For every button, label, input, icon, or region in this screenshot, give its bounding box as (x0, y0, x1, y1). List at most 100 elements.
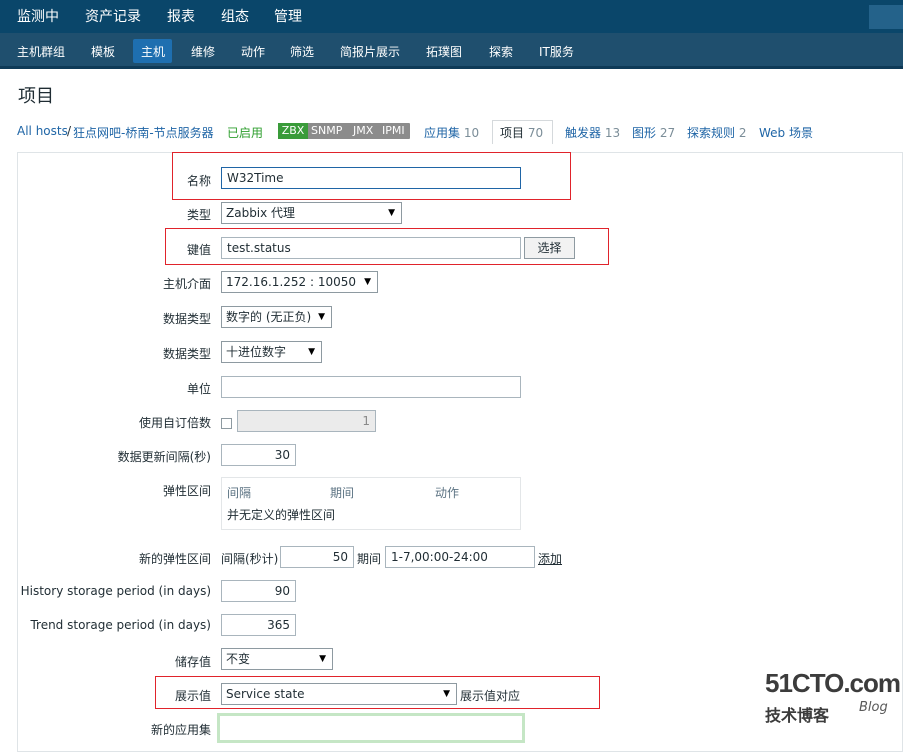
tab-discovery-label: 探索规则 (687, 126, 736, 140)
tab-items-label: 项目 (500, 126, 525, 140)
select-key-button[interactable]: 选择 (524, 237, 575, 259)
search-box[interactable] (869, 5, 903, 29)
availability-tags: ZBX SNMP JMX IPMI (278, 123, 410, 139)
units-label: 单位 (186, 382, 211, 396)
chevron-down-icon: ▼ (364, 277, 371, 287)
watermark-sub: 技术博客 (765, 706, 830, 725)
tag-zbx: ZBX (278, 123, 308, 139)
top-nav-inventory[interactable]: 资产记录 (85, 6, 141, 26)
watermark-blog: Blog (859, 700, 888, 715)
show-value-select-value: Service state (226, 687, 305, 701)
breadcrumb: All hosts / 狂点网吧-桥南-节点服务器 已启用 ZBX SNMP J… (0, 120, 903, 144)
history-label: History storage period (in days) (20, 584, 211, 598)
key-input[interactable]: test.status (221, 237, 521, 259)
store-value-select-value: 不变 (226, 652, 251, 666)
sub-nav-maintenance[interactable]: 维修 (191, 43, 215, 60)
tab-applications[interactable]: 应用集 10 (424, 124, 479, 141)
tab-web-scenarios[interactable]: Web 场景 (759, 124, 813, 141)
data-format-select[interactable]: 十进位数字 ▼ (221, 341, 322, 363)
sub-nav-hosts[interactable]: 主机 (141, 43, 165, 60)
history-input[interactable]: 90 (221, 580, 296, 602)
sub-nav-host-groups[interactable]: 主机群组 (17, 43, 65, 60)
data-type-label: 数据类型 (162, 312, 211, 326)
flex-empty-message: 并无定义的弹性区间 (227, 508, 336, 522)
tab-discovery-count: 2 (738, 126, 747, 140)
flex-header-interval: 间隔 (227, 486, 252, 500)
new-flex-interval-input[interactable]: 50 (280, 546, 354, 568)
interface-label: 主机介面 (162, 277, 211, 291)
tab-graphs-label: 图形 (632, 126, 657, 140)
tag-ipmi: IPMI (382, 124, 405, 137)
tab-graphs-count: 27 (659, 126, 676, 140)
value-type-select[interactable]: 数字的 (无正负) ▼ (221, 306, 332, 328)
tag-jmx: JMX (353, 124, 374, 137)
breadcrumb-all-hosts[interactable]: All hosts (17, 124, 68, 138)
show-value-mapping-link[interactable]: 展示值对应 (460, 687, 520, 704)
tab-triggers-count: 13 (604, 126, 621, 140)
chevron-down-icon: ▼ (443, 689, 450, 699)
multiplier-label: 使用自订倍数 (138, 416, 211, 430)
tab-discovery-rules[interactable]: 探索规则 2 (687, 124, 746, 141)
sub-nav-actions[interactable]: 动作 (241, 43, 265, 60)
new-flex-label: 新的弹性区间 (138, 552, 211, 566)
chevron-down-icon: ▼ (388, 208, 395, 218)
tab-triggers-label: 触发器 (565, 126, 602, 140)
data-format-label: 数据类型 (162, 347, 211, 361)
type-select[interactable]: Zabbix 代理 ▼ (221, 202, 402, 224)
add-flex-link[interactable]: 添加 (538, 550, 562, 567)
interface-select[interactable]: 172.16.1.252 : 10050 ▼ (221, 271, 378, 293)
multiplier-checkbox[interactable] (221, 418, 232, 429)
new-flex-period-input[interactable]: 1-7,00:00-24:00 (385, 546, 535, 568)
host-status-enabled[interactable]: 已启用 (227, 124, 263, 141)
breadcrumb-host[interactable]: 狂点网吧-桥南-节点服务器 (73, 124, 214, 141)
tag-snmp: SNMP (311, 124, 343, 137)
sub-nav-templates[interactable]: 模板 (91, 43, 115, 60)
chevron-down-icon: ▼ (318, 312, 325, 322)
tab-applications-count: 10 (463, 126, 480, 140)
show-value-select[interactable]: Service state ▼ (221, 683, 457, 705)
trend-label: Trend storage period (in days) (30, 618, 211, 632)
update-interval-input[interactable]: 30 (221, 444, 296, 466)
watermark-site: 51CTO.com (765, 668, 901, 698)
breadcrumb-separator: / (67, 124, 72, 138)
name-input[interactable]: W32Time (221, 167, 521, 189)
key-label: 键值 (186, 243, 211, 257)
sub-nav-maps[interactable]: 拓璞图 (426, 43, 462, 60)
sub-nav-discovery[interactable]: 探索 (489, 43, 513, 60)
chevron-down-icon: ▼ (319, 654, 326, 664)
trend-input[interactable]: 365 (221, 614, 296, 636)
show-value-label: 展示值 (174, 689, 211, 703)
new-flex-interval-label: 间隔(秒计) (221, 552, 279, 566)
store-value-select[interactable]: 不变 ▼ (221, 648, 333, 670)
top-nav: 监测中 资产记录 报表 组态 管理 (0, 0, 903, 33)
page-title: 项目 (18, 86, 54, 107)
type-label: 类型 (186, 208, 211, 222)
store-value-label: 储存值 (174, 655, 211, 669)
sub-nav: 主机群组 模板 主机 维修 动作 筛选 简报片展示 拓璞图 探索 IT服务 (0, 33, 903, 69)
top-nav-monitoring[interactable]: 监测中 (17, 6, 59, 26)
name-label: 名称 (186, 174, 211, 188)
new-application-label: 新的应用集 (150, 723, 211, 737)
watermark-logo: 51CTO.com 技术博客 Blog (765, 668, 901, 725)
chevron-down-icon: ▼ (308, 347, 315, 357)
sub-nav-filters[interactable]: 筛选 (290, 43, 314, 60)
top-nav-administration[interactable]: 管理 (274, 6, 302, 26)
top-nav-reports[interactable]: 报表 (167, 6, 195, 26)
units-input[interactable] (221, 376, 521, 398)
flex-intervals-table: 间隔 期间 动作 并无定义的弹性区间 (221, 477, 521, 530)
tab-graphs[interactable]: 图形 27 (632, 124, 675, 141)
update-interval-label: 数据更新间隔(秒) (117, 450, 211, 464)
data-format-select-value: 十进位数字 (226, 345, 287, 359)
tab-items[interactable]: 项目 70 (500, 124, 543, 141)
sub-nav-it-services[interactable]: IT服务 (539, 43, 574, 60)
sub-nav-slides[interactable]: 简报片展示 (340, 43, 400, 60)
flex-intervals-label: 弹性区间 (162, 484, 211, 498)
top-nav-configuration[interactable]: 组态 (221, 6, 249, 26)
tab-triggers[interactable]: 触发器 13 (565, 124, 620, 141)
new-application-input[interactable] (217, 713, 525, 743)
flex-header-action: 动作 (435, 486, 460, 500)
multiplier-input[interactable]: 1 (237, 410, 376, 432)
type-select-value: Zabbix 代理 (226, 206, 296, 220)
interface-select-value: 172.16.1.252 : 10050 (226, 275, 357, 289)
flex-header-period: 期间 (330, 486, 355, 500)
